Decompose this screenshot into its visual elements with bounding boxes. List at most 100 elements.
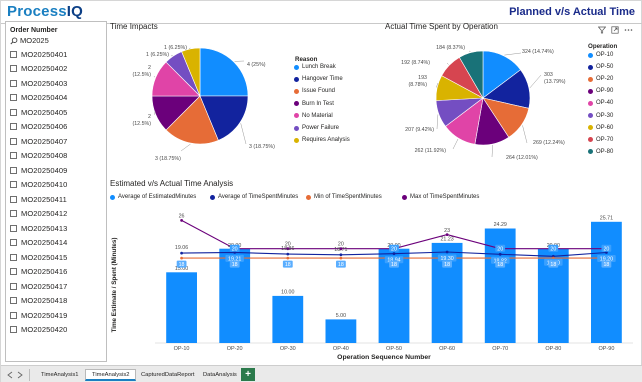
- slicer-item-checkbox[interactable]: [10, 152, 17, 160]
- pie-data-label: 193: [418, 75, 427, 81]
- slicer-item-checkbox[interactable]: [10, 311, 17, 319]
- line-point[interactable]: [498, 252, 502, 256]
- slicer-item-checkbox[interactable]: [10, 195, 17, 203]
- slicer-item[interactable]: MO20250408: [10, 149, 104, 164]
- slicer-item-label: MO20250401: [21, 49, 68, 59]
- line-point[interactable]: [339, 253, 343, 257]
- slicer-item-checkbox[interactable]: [10, 181, 17, 189]
- slicer-item[interactable]: MO20250402: [10, 62, 104, 77]
- slicer-item-label: MO20250414: [21, 238, 68, 248]
- slicer-search-input[interactable]: MO2025: [20, 36, 49, 45]
- slicer-item[interactable]: MO20250405: [10, 105, 104, 120]
- add-page-button[interactable]: +: [241, 368, 255, 381]
- data-label: 20: [285, 242, 291, 248]
- slicer-item-checkbox[interactable]: [10, 94, 17, 102]
- legend-swatch: [588, 137, 593, 143]
- bar-op-40[interactable]: [325, 319, 357, 343]
- tab-timeanalysis2[interactable]: TimeAnalysis2: [85, 369, 137, 381]
- slicer-item[interactable]: MO20250415: [10, 250, 104, 265]
- slicer-item-checkbox[interactable]: [10, 297, 17, 305]
- line-point[interactable]: [286, 252, 290, 256]
- slicer-item-label: MO20250406: [21, 122, 68, 132]
- pie-leader-line: [446, 62, 449, 65]
- line-point[interactable]: [180, 251, 183, 255]
- pie-data-label: 1 (6.25%): [164, 45, 187, 51]
- slicer-item-checkbox[interactable]: [10, 224, 17, 232]
- slicer-item[interactable]: MO20250419: [10, 308, 104, 323]
- slicer-item[interactable]: MO20250413: [10, 221, 104, 236]
- more-options-icon[interactable]: [624, 26, 633, 34]
- bar-op-10[interactable]: [166, 272, 197, 343]
- slicer-item-checkbox[interactable]: [10, 123, 17, 131]
- slicer-item-checkbox[interactable]: [10, 239, 17, 247]
- estimated-vs-actual-chart[interactable]: Time Estimate / Spent (Minutes) Operation…: [105, 201, 641, 363]
- legend-item: OP-90: [588, 88, 613, 94]
- bar-op-90[interactable]: [591, 221, 622, 343]
- x-tick-label: OP-20: [227, 346, 243, 352]
- slicer-item[interactable]: MO20250414: [10, 236, 104, 251]
- slicer-item-checkbox[interactable]: [10, 50, 17, 58]
- slicer-item-checkbox[interactable]: [10, 282, 17, 290]
- legend-label: Max of TimeSpentMinutes: [410, 194, 480, 200]
- pie-data-label: 1 (6.25%): [146, 52, 169, 58]
- slicer-item[interactable]: MO20250404: [10, 91, 104, 106]
- slicer-item-checkbox[interactable]: [10, 65, 17, 73]
- line-point[interactable]: [339, 256, 343, 260]
- slicer-item-checkbox[interactable]: [10, 253, 17, 261]
- slicer-item-checkbox[interactable]: [10, 326, 17, 334]
- x-tick-label: OP-10: [174, 346, 190, 352]
- data-label: 20: [603, 246, 609, 252]
- tab-timeanalysis1[interactable]: TimeAnalysis1: [35, 369, 84, 381]
- line-point[interactable]: [180, 256, 183, 260]
- slicer-item[interactable]: MO20250420: [10, 323, 104, 338]
- tab-captureddatareport[interactable]: CapturedDataReport: [135, 369, 201, 381]
- slicer-search[interactable]: MO2025: [10, 36, 102, 46]
- tab-nav-arrows-icon[interactable]: [7, 371, 23, 379]
- slicer-item-label: MO20250410: [21, 180, 68, 190]
- pie-data-label: 264 (12.01%): [506, 155, 538, 161]
- legend-item: Hangover Time: [294, 76, 343, 82]
- bar-op-30[interactable]: [272, 295, 304, 343]
- slicer-item[interactable]: MO20250403: [10, 76, 104, 91]
- pie-slice-lunch-break[interactable]: [199, 47, 249, 97]
- x-tick-label: OP-70: [492, 346, 508, 352]
- slicer-item-checkbox[interactable]: [10, 268, 17, 276]
- operation-time-pie[interactable]: 324 (14.74%) 303(13.79%) 269 (12.24%) 264 (…: [381, 31, 591, 171]
- data-label: 18: [338, 262, 344, 268]
- legend-swatch: [588, 76, 593, 82]
- legend-item: Requires Analysis: [294, 137, 350, 143]
- data-label: 25.71: [600, 215, 613, 221]
- slicer-item-checkbox[interactable]: [10, 137, 17, 145]
- slicer-item[interactable]: MO20250409: [10, 163, 104, 178]
- line-point[interactable]: [445, 250, 449, 254]
- slicer-item[interactable]: MO20250411: [10, 192, 104, 207]
- x-tick-label: OP-60: [439, 346, 455, 352]
- slicer-item-checkbox[interactable]: [10, 166, 17, 174]
- slicer-item[interactable]: MO20250418: [10, 294, 104, 309]
- pie-data-label: 192 (8.74%): [401, 60, 430, 66]
- data-label: 18: [391, 262, 397, 268]
- slicer-item-checkbox[interactable]: [10, 79, 17, 87]
- order-number-slicer[interactable]: Order Number MO2025 MO20250401 MO20250402…: [5, 21, 107, 362]
- pie-data-label: 3 (18.75%): [155, 156, 181, 162]
- slicer-item[interactable]: MO20250412: [10, 207, 104, 222]
- slicer-item[interactable]: MO20250406: [10, 120, 104, 135]
- pie-data-label: 324 (14.74%): [522, 49, 554, 55]
- slicer-item-label: MO20250411: [21, 194, 67, 204]
- line-point[interactable]: [286, 256, 290, 260]
- legend-label: OP-40: [596, 100, 614, 107]
- slicer-item-label: MO20250405: [21, 107, 68, 117]
- filter-icon[interactable]: [598, 26, 606, 34]
- focus-mode-icon[interactable]: [611, 26, 619, 34]
- tab-dataanalysis[interactable]: DataAnalysis: [197, 369, 243, 381]
- slicer-item[interactable]: MO20250416: [10, 265, 104, 280]
- slicer-item-checkbox[interactable]: [10, 210, 17, 218]
- legend-item: OP-30: [588, 113, 613, 119]
- slicer-item-checkbox[interactable]: [10, 108, 17, 116]
- slicer-item[interactable]: MO20250410: [10, 178, 104, 193]
- legend-swatch: [588, 149, 593, 155]
- slicer-item[interactable]: MO20250417: [10, 279, 104, 294]
- slicer-item[interactable]: MO20250407: [10, 134, 104, 149]
- slicer-item[interactable]: MO20250401: [10, 47, 104, 62]
- line-point[interactable]: [392, 252, 396, 256]
